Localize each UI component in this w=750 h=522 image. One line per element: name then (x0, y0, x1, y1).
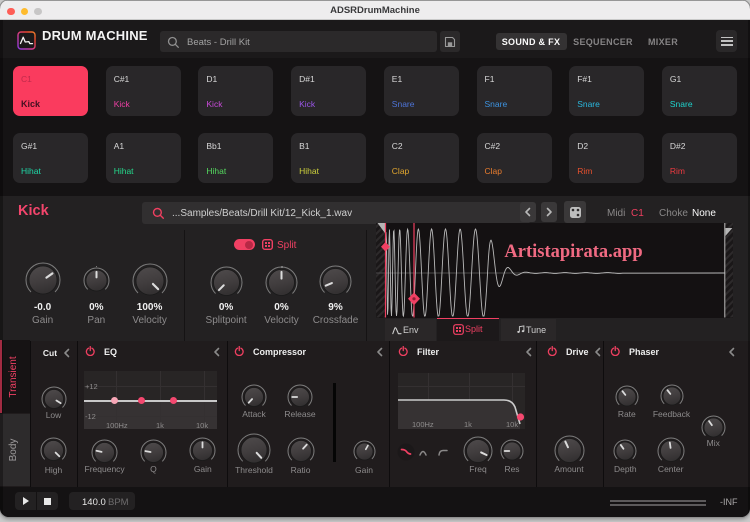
svg-text:10k: 10k (506, 420, 518, 429)
svg-text:1k: 1k (464, 420, 472, 429)
svg-text:Artistapirata.app: Artistapirata.app (504, 242, 642, 262)
svg-text:100Hz: 100Hz (412, 420, 434, 429)
